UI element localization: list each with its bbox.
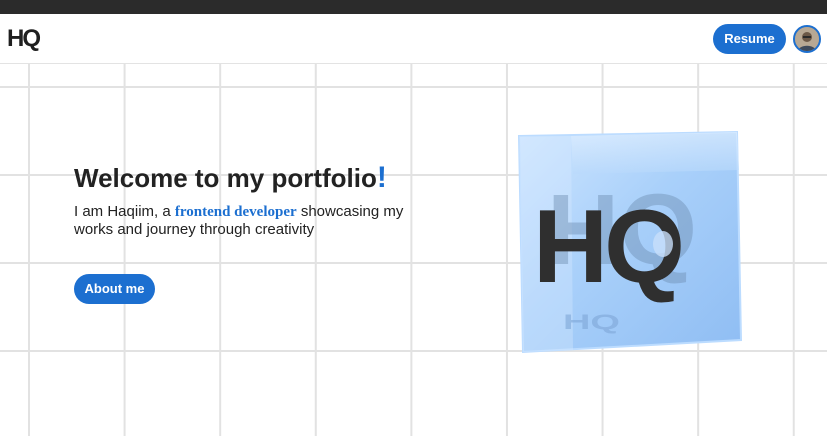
hero-desc-intro: I am Haqiim, a: [74, 203, 175, 220]
hero-title-exclaim: !: [376, 161, 387, 194]
resume-button[interactable]: Resume: [713, 24, 786, 54]
user-avatar-icon: [795, 27, 819, 51]
ice-cube-logo: HQ HQ HQ: [513, 130, 743, 356]
avatar[interactable]: [793, 25, 821, 53]
site-logo[interactable]: HQ: [7, 26, 41, 52]
ice-cube-logo-icon: HQ HQ HQ: [517, 130, 743, 354]
cube-reflection-letters: HQ: [563, 311, 620, 334]
hero-role-highlight: frontend developer: [174, 204, 297, 220]
hero-description: I am Haqiim, a frontend developer showca…: [74, 203, 424, 239]
hero-title-text: Welcome to my portfolio: [74, 163, 377, 193]
navbar: HQ Resume: [0, 14, 827, 64]
hero-title: Welcome to my portfolio!: [74, 160, 387, 196]
top-strip: [0, 0, 827, 14]
about-me-button[interactable]: About me: [74, 274, 155, 304]
